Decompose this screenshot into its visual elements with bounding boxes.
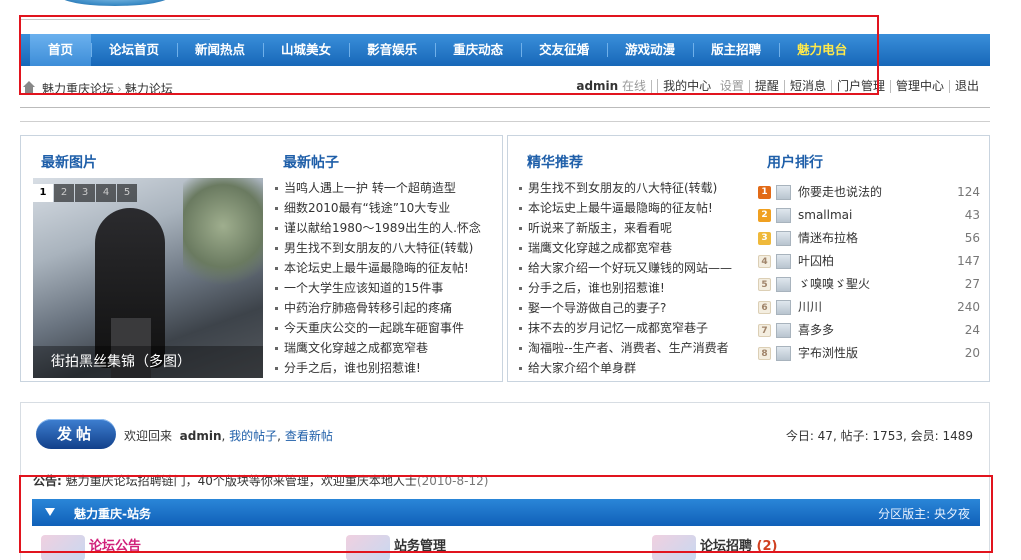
avatar[interactable] bbox=[776, 208, 791, 223]
latest-posts-list: 当鸣人遇上一护 转一个超萌造型 细数2010最有“钱途”10大专业 谨以献给1980… bbox=[274, 178, 494, 378]
featured-list: 男生找不到女朋友的八大特征(转载) 本论坛史上最牛逼最隐晦的征友帖! 听说来了新版主… bbox=[518, 178, 743, 378]
welcome-text: 欢迎回来 admin, 我的帖子, 查看新帖 bbox=[124, 429, 333, 443]
welcome-username[interactable]: admin bbox=[180, 429, 222, 443]
rank-number: 3 bbox=[758, 232, 771, 245]
list-item[interactable]: 抹不去的岁月记忆一成都宽窄巷子 bbox=[518, 318, 743, 338]
rank-number: 2 bbox=[758, 209, 771, 222]
rank-number: 4 bbox=[758, 255, 771, 268]
list-item[interactable]: 当鸣人遇上一护 转一个超萌造型 bbox=[274, 178, 494, 198]
rank-username[interactable]: ゞ嗅嗅ゞ聖火 bbox=[798, 273, 870, 296]
pager-page[interactable]: 3 bbox=[75, 184, 95, 202]
list-item[interactable]: 给大家介绍一个好玩又赚钱的网站—— bbox=[518, 258, 743, 278]
pager-page[interactable]: 5 bbox=[117, 184, 137, 202]
list-item[interactable]: 男生找不到女朋友的八大特征(转载) bbox=[518, 178, 743, 198]
annotation-box bbox=[19, 15, 879, 95]
annotation-box bbox=[19, 475, 993, 553]
avatar[interactable] bbox=[776, 346, 791, 361]
rank-row: 8 字布浏性版 20 bbox=[758, 342, 980, 365]
list-item[interactable]: 分手之后，谁也别招惹谁! bbox=[274, 358, 494, 378]
list-item[interactable]: 淘福啦--生产者、消费者、生产消费者 bbox=[518, 338, 743, 358]
admin-center-link[interactable]: 管理中心 bbox=[889, 80, 949, 93]
rank-score: 20 bbox=[964, 346, 980, 360]
rank-username[interactable]: 情迷布拉格 bbox=[798, 227, 858, 250]
avatar[interactable] bbox=[776, 277, 791, 292]
list-item[interactable]: 谨以献给1980～1989出生的人.怀念 bbox=[274, 218, 494, 238]
rank-username[interactable]: 喜多多 bbox=[798, 319, 834, 342]
avatar[interactable] bbox=[776, 231, 791, 246]
rank-row: 2 smallmai 43 bbox=[758, 204, 980, 227]
user-rank-list: 1 你要走也说法的 124 2 smallmai 43 3 情迷布拉格 56 4 叶囚柏 147 5 ゞ嗅… bbox=[758, 181, 980, 365]
welcome-prefix: 欢迎回来 bbox=[124, 429, 173, 443]
slideshow-pager: 12345 bbox=[33, 184, 138, 202]
logout-link[interactable]: 退出 bbox=[948, 80, 984, 93]
rank-username[interactable]: 你要走也说法的 bbox=[798, 181, 882, 204]
rank-score: 147 bbox=[957, 254, 980, 268]
avatar[interactable] bbox=[776, 254, 791, 269]
avatar[interactable] bbox=[776, 185, 791, 200]
list-item[interactable]: 细数2010最有“钱途”10大专业 bbox=[274, 198, 494, 218]
rank-score: 124 bbox=[957, 185, 980, 199]
photo-background bbox=[183, 178, 263, 298]
list-item[interactable]: 给大家介绍个单身群 bbox=[518, 358, 743, 378]
rank-score: 27 bbox=[964, 277, 980, 291]
rank-row: 3 情迷布拉格 56 bbox=[758, 227, 980, 250]
user-rank-title[interactable]: 用户排行 bbox=[767, 152, 823, 172]
rank-score: 24 bbox=[964, 323, 980, 337]
rank-username[interactable]: 字布浏性版 bbox=[798, 342, 858, 365]
my-posts-link[interactable]: 我的帖子 bbox=[229, 429, 277, 443]
rank-username[interactable]: 川川 bbox=[798, 296, 822, 319]
avatar[interactable] bbox=[776, 323, 791, 338]
rank-number: 5 bbox=[758, 278, 771, 291]
list-item[interactable]: 分手之后，谁也别招惹谁! bbox=[518, 278, 743, 298]
list-item[interactable]: 本论坛史上最牛逼最隐晦的征友帖! bbox=[518, 198, 743, 218]
rank-number: 1 bbox=[758, 186, 771, 199]
list-item[interactable]: 中药治疗肺癌骨转移引起的疼痛 bbox=[274, 298, 494, 318]
rank-row: 1 你要走也说法的 124 bbox=[758, 181, 980, 204]
avatar[interactable] bbox=[776, 300, 791, 315]
rank-username[interactable]: 叶囚柏 bbox=[798, 250, 834, 273]
divider bbox=[20, 107, 990, 108]
forum-page: 首页 论坛首页 新闻热点 山城美女 影音娱乐 重庆动态 交友征婚 游戏动漫 版主招聘 魅力电台 魅… bbox=[0, 0, 1021, 560]
rank-row: 7 喜多多 24 bbox=[758, 319, 980, 342]
rank-row: 5 ゞ嗅嗅ゞ聖火 27 bbox=[758, 273, 980, 296]
portal-box-right: 精华推荐 男生找不到女朋友的八大特征(转载) 本论坛史上最牛逼最隐晦的征友帖! 听说… bbox=[507, 135, 990, 382]
latest-images-title[interactable]: 最新图片 bbox=[41, 152, 97, 172]
list-item[interactable]: 今天重庆公交的一起跳车砸窗事件 bbox=[274, 318, 494, 338]
rank-number: 7 bbox=[758, 324, 771, 337]
list-item[interactable]: 男生找不到女朋友的八大特征(转载) bbox=[274, 238, 494, 258]
list-item[interactable]: 本论坛史上最牛逼最隐晦的征友帖! bbox=[274, 258, 494, 278]
list-item[interactable]: 瑞鹰文化穿越之成都宽窄巷 bbox=[518, 238, 743, 258]
rank-score: 56 bbox=[964, 231, 980, 245]
list-item[interactable]: 瑞鹰文化穿越之成都宽窄巷 bbox=[274, 338, 494, 358]
portal-box-left: 最新图片 12345 街拍黑丝集锦（多图） 最新帖子 当鸣人遇上一护 转一个超萌… bbox=[20, 135, 503, 382]
latest-posts-title[interactable]: 最新帖子 bbox=[283, 152, 339, 172]
list-item[interactable]: 一个大学生应该知道的15件事 bbox=[274, 278, 494, 298]
slideshow-caption[interactable]: 街拍黑丝集锦（多图） bbox=[33, 346, 263, 378]
featured-title[interactable]: 精华推荐 bbox=[527, 152, 583, 172]
list-item[interactable]: 娶一个导游做自己的妻子? bbox=[518, 298, 743, 318]
rank-number: 6 bbox=[758, 301, 771, 314]
site-logo[interactable] bbox=[60, 0, 170, 6]
slideshow-image[interactable]: 12345 街拍黑丝集锦（多图） bbox=[33, 178, 263, 378]
pager-page[interactable]: 4 bbox=[96, 184, 116, 202]
divider bbox=[20, 121, 990, 122]
rank-score: 240 bbox=[957, 300, 980, 314]
rank-row: 6 川川 240 bbox=[758, 296, 980, 319]
forum-stats: 今日: 47, 帖子: 1753, 会员: 1489 bbox=[785, 429, 973, 443]
list-item[interactable]: 听说来了新版主，来看看呢 bbox=[518, 218, 743, 238]
rank-row: 4 叶囚柏 147 bbox=[758, 250, 980, 273]
rank-username[interactable]: smallmai bbox=[798, 204, 852, 227]
new-posts-link[interactable]: 查看新帖 bbox=[285, 429, 333, 443]
pager-page[interactable]: 1 bbox=[33, 184, 53, 202]
rank-score: 43 bbox=[964, 208, 980, 222]
rank-number: 8 bbox=[758, 347, 771, 360]
pager-page[interactable]: 2 bbox=[54, 184, 74, 202]
new-post-button[interactable]: 发帖 bbox=[36, 419, 116, 449]
